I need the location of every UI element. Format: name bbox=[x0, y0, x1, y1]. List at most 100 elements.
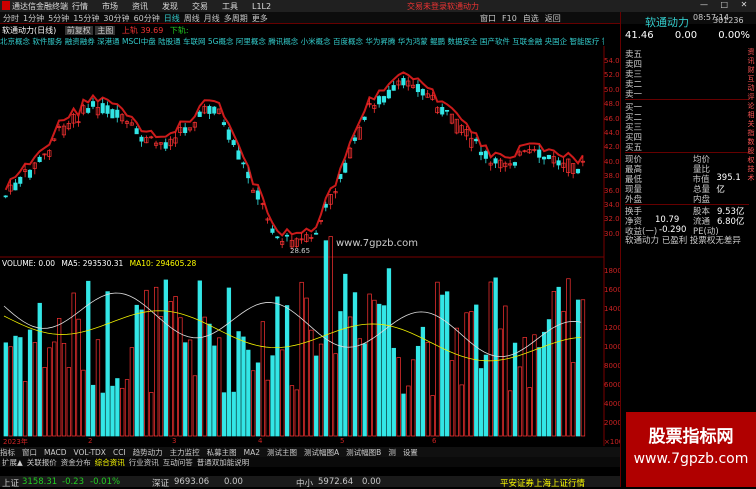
side-icon[interactable]: 互 bbox=[745, 75, 756, 84]
menu-item[interactable]: 市场 bbox=[102, 2, 118, 11]
volume-bar bbox=[386, 268, 392, 437]
toolbar-button[interactable]: F10 bbox=[502, 14, 517, 23]
sub-tab[interactable]: 普通双加能说明 bbox=[197, 458, 250, 467]
maximize-icon[interactable]: □ bbox=[721, 0, 729, 9]
stats-row: 最高 量比 bbox=[625, 165, 711, 175]
candle-body bbox=[420, 89, 425, 96]
side-icon[interactable]: 股 bbox=[745, 147, 756, 156]
fq-button[interactable]: 前复权 bbox=[64, 26, 93, 35]
side-icon[interactable]: 技 bbox=[745, 165, 756, 174]
price-tick: 44.00 bbox=[604, 129, 625, 137]
indicator-tab[interactable]: 窗口 bbox=[22, 448, 37, 457]
candle-body bbox=[362, 116, 367, 120]
period-tab[interactable]: 1分钟 bbox=[23, 14, 44, 23]
window-controls[interactable]: — □ ✕ bbox=[700, 0, 756, 9]
bid-row: 买四 bbox=[625, 133, 643, 143]
side-icon-column[interactable]: 资讯财互动评论相关指数股权技术 bbox=[745, 48, 756, 183]
menu-item[interactable]: 交易 bbox=[192, 2, 208, 11]
toolbar-button[interactable]: 窗口 bbox=[480, 14, 496, 23]
side-icon[interactable]: 讯 bbox=[745, 57, 756, 66]
indicator-tab[interactable]: 测试主图 bbox=[267, 448, 297, 457]
main-chart-button[interactable]: 主图 bbox=[95, 26, 116, 35]
indicator-tab[interactable]: 测试幅图A bbox=[304, 448, 339, 457]
side-icon[interactable]: 相 bbox=[745, 111, 756, 120]
volume-tick: 140000 bbox=[604, 305, 631, 313]
period-tab[interactable]: 15分钟 bbox=[73, 14, 99, 23]
menu-item[interactable]: 行情 bbox=[72, 2, 88, 11]
kline-chart[interactable] bbox=[0, 46, 620, 446]
side-icon[interactable]: 动 bbox=[745, 84, 756, 93]
site-watermark: 股票指标网 www.7gpzb.com bbox=[626, 412, 756, 487]
indicator-tab[interactable]: MA2 bbox=[244, 448, 260, 457]
indicator-tab[interactable]: 私募主图 bbox=[207, 448, 237, 457]
sz-index-label[interactable]: 深证 bbox=[152, 477, 169, 489]
volume-bar bbox=[493, 277, 498, 437]
candle-body bbox=[493, 158, 498, 164]
volume-bar bbox=[420, 326, 426, 437]
period-tab[interactable]: 月线 bbox=[204, 14, 220, 23]
indicator-tab[interactable]: VOL-TDX bbox=[73, 448, 105, 457]
volume-bar bbox=[226, 287, 232, 437]
news-ticker[interactable]: 平安证券上海上证行情 bbox=[500, 477, 585, 489]
indicator-tab[interactable]: MACD bbox=[44, 448, 66, 457]
menu-item[interactable]: L1L2 bbox=[252, 2, 271, 11]
side-icon[interactable]: 论 bbox=[745, 102, 756, 111]
watermark-line1: 股票指标网 bbox=[648, 427, 734, 447]
sh-index-pct: -0.01% bbox=[90, 477, 121, 487]
side-icon[interactable]: 资 bbox=[745, 48, 756, 57]
indicator-tab[interactable]: CCI bbox=[113, 448, 126, 457]
toolbar-button[interactable]: 返回 bbox=[545, 14, 561, 23]
quote-price-row: 41.46 0.00 0.00% bbox=[625, 30, 755, 42]
volume-tick: 180000 bbox=[604, 267, 631, 275]
indicator-tab[interactable]: 趋势动力 bbox=[133, 448, 163, 457]
indicator-tab[interactable]: 测 bbox=[388, 448, 396, 457]
side-icon[interactable]: 财 bbox=[745, 66, 756, 75]
menu-item[interactable]: 发现 bbox=[162, 2, 178, 11]
indicator-tab[interactable]: 主力监控 bbox=[170, 448, 200, 457]
candle-body bbox=[105, 105, 110, 114]
candle-body bbox=[381, 96, 387, 103]
fin-table: 换手 股本 9.53亿 净资 10.79 流通 6.80亿 收益(一) -0.290 PE(动… bbox=[625, 204, 749, 237]
price-tick: 50.00 bbox=[604, 85, 625, 94]
period-tab[interactable]: 5分钟 bbox=[48, 14, 69, 23]
candle-body bbox=[575, 168, 581, 174]
indicator-tab[interactable]: 设置 bbox=[403, 448, 418, 457]
sub-tab[interactable]: 资金分布 bbox=[61, 458, 91, 467]
side-icon[interactable]: 评 bbox=[745, 93, 756, 102]
sub-tab[interactable]: 行业资讯 bbox=[129, 458, 159, 467]
toolbar-button[interactable]: 自选 bbox=[523, 14, 539, 23]
side-icon[interactable]: 关 bbox=[745, 120, 756, 129]
minimize-icon[interactable]: — bbox=[700, 0, 708, 9]
side-icon[interactable]: 数 bbox=[745, 138, 756, 147]
indicator-tab[interactable]: 测试幅图B bbox=[346, 448, 381, 457]
period-tab[interactable]: 周线 bbox=[184, 14, 200, 23]
main-menu[interactable]: 行情 市场 资讯 发现 交易 工具 L1L2 bbox=[72, 1, 285, 12]
side-icon[interactable]: 术 bbox=[745, 174, 756, 183]
side-icon[interactable]: 权 bbox=[745, 156, 756, 165]
side-icon[interactable]: 指 bbox=[745, 129, 756, 138]
volume-bar bbox=[3, 342, 8, 437]
sub-tab[interactable]: 关联报价 bbox=[27, 458, 57, 467]
sh-index-label[interactable]: 上证 bbox=[2, 477, 19, 489]
sub-tab[interactable]: 综合资讯 bbox=[95, 458, 125, 467]
candle-body bbox=[86, 108, 91, 113]
zx-index-label[interactable]: 中小 bbox=[296, 477, 313, 489]
app-logo-icon bbox=[2, 1, 10, 10]
menu-item[interactable]: 资讯 bbox=[132, 2, 148, 11]
period-tab-active[interactable]: 日线 bbox=[164, 14, 180, 23]
candle-body bbox=[386, 89, 391, 99]
period-tab[interactable]: 30分钟 bbox=[103, 14, 129, 23]
period-tab[interactable]: 多周期 bbox=[224, 14, 248, 23]
sub-tab[interactable]: 扩展▲ bbox=[2, 458, 23, 467]
menu-item[interactable]: 工具 bbox=[222, 2, 238, 11]
trade-login-status[interactable]: 交易未登录 bbox=[407, 1, 447, 12]
sz-index-value: 9693.06 bbox=[174, 477, 210, 487]
volume-bar bbox=[391, 347, 396, 437]
close-icon[interactable]: ✕ bbox=[741, 0, 748, 9]
period-tab[interactable]: 分时 bbox=[3, 14, 19, 23]
indicator-tab[interactable]: 指标 bbox=[0, 448, 15, 457]
period-tab[interactable]: 60分钟 bbox=[134, 14, 160, 23]
candle-body bbox=[226, 129, 231, 140]
sub-tab[interactable]: 互动问答 bbox=[163, 458, 193, 467]
period-tab[interactable]: 更多 bbox=[252, 14, 268, 23]
